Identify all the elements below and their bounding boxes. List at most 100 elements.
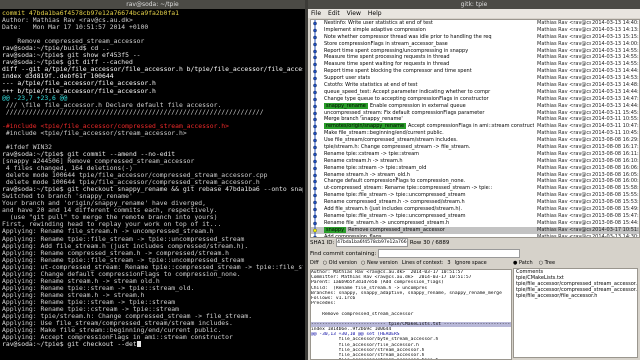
terminal-line: Applying: Rename stream.h -> stream.h [2,291,145,299]
find-mode-select[interactable]: containing: [346,251,377,257]
menu-item-file[interactable]: File [311,10,321,17]
commit-message: Use file_stream/compressed_stream/stream… [324,137,534,144]
commit-row[interactable]: snappy Remove compressed_stream_accessor M… [311,226,639,234]
commit-date: 2013-08-08 15:58:14 [592,185,639,192]
commit-row[interactable]: Rename tpie::file_stream -> tpie::uncomp… [311,212,639,220]
commit-message-text: Rename stream.h -> stream_old.h [324,171,410,178]
commit-author: Mathias Rav <rav@cs.au.dk> [537,82,591,89]
graph-node-icon [313,26,317,34]
commit-row[interactable]: Rename tpie::file_stream -> tpie::uncomp… [311,192,639,200]
row-total: / 6889 [431,240,450,246]
tab-patch[interactable]: ● Patch [513,260,533,266]
tab-tree[interactable]: ○ Tree [539,260,555,266]
commit-date: 2014-03-13 14:44:16 [592,88,639,95]
commit-row[interactable]: Measure time spent waiting for requests … [311,61,639,69]
commit-row[interactable]: Report time spent blocking the compresso… [311,68,639,76]
diff-option[interactable]: Diff [310,260,319,266]
file-list[interactable]: Comments tpie/CMakeLists.txt tpie/file_acc… [513,268,638,358]
commit-message: uncompressed_stream: Fix default compres… [324,110,534,117]
commit-row[interactable]: Implement simple adaptive compression Mat… [311,26,639,34]
commit-row[interactable]: Add file_stream.h (just includes compres… [311,206,639,213]
graph-node-icon [313,206,317,213]
commit-row[interactable]: Change default compressionFlags to compr… [311,178,639,186]
commit-message-text: Implement simple adaptive compression [324,26,426,33]
commit-row[interactable]: queue_speed_test: Accept parameter indic… [311,88,639,96]
terminal-output[interactable]: commit 47bda1ba6f4578cb97e12a76674bca9fa… [0,9,305,349]
graph-node-icon [313,61,317,69]
commit-message-text: Note whether compressor thread was idle … [324,33,492,40]
commit-row[interactable]: Rename tpie::cstream -> tpie::stream Math… [311,150,639,158]
commit-message: Report time spent blocking the compresso… [324,68,534,75]
branch-tag[interactable]: snappy_rename [324,102,368,109]
commit-message-text: Enable compression in external queue [369,102,466,109]
commit-row[interactable]: Rename compressed_stream.h -> compressed… [311,199,639,207]
graph-node-icon [313,178,317,186]
branch-tag[interactable]: snappy [324,226,347,233]
commit-date: 2014-03-11 10:55:59 [592,116,639,123]
commit-row[interactable]: Rename cstream.h -> stream.h Mathias Rav … [311,157,639,165]
diff-option[interactable]: ○ New version [361,260,398,266]
commit-author: Mathias Rav <rav@cs.au.dk> [537,102,591,109]
find-type-select[interactable]: commit [323,251,344,257]
graph-node-icon [313,219,317,227]
graph-node-icon [313,68,317,76]
commit-row[interactable]: Change type queue to accepting compressi… [311,95,639,103]
commit-row[interactable]: Measure time spent processing requests i… [311,54,639,62]
commit-row[interactable]: Nestinfo: Write user statistics at end o… [311,20,639,27]
graph-node-icon [313,102,317,110]
commit-message: Merge branch 'snappy_rename' [324,116,534,123]
commit-message: Measure time spent waiting for requests … [324,61,534,68]
menu-bar: File Edit View Help [308,9,640,18]
commit-message: Cstotfo: Write statistics at end of test [324,82,534,89]
menu-item-view[interactable]: View [347,10,361,17]
menu-item-help[interactable]: Help [368,10,382,17]
sha-field[interactable]: 47bda1ba6f4578cb97e12a76674bca9fa2b0fa1 [336,238,409,247]
graph-node-icon [313,157,317,165]
terminal-line: rav@soda:~/tpie$ git diff --cached [2,59,133,67]
commit-date: 2014-03-13 14:44:21 [592,102,639,109]
commit-row[interactable]: uncompressed_stream: Fix default compres… [311,109,639,117]
commit-date: 2014-03-17 10:51:57 [592,226,639,233]
commit-message: tpie/stream.h: Change compressed_stream … [324,144,534,151]
branch-tag[interactable]: remotes/origin/snappy_rename [324,123,407,130]
commit-row[interactable]: Store compressionFlags in stream_accesso… [311,40,639,48]
commit-row[interactable]: Rename stream.h -> stream_old.h Mathias R… [311,171,639,179]
commit-row[interactable]: Make file_stream::beginning/end/current … [311,130,639,138]
commit-row[interactable]: Use file_stream/compressed_stream/stream… [311,137,639,145]
find-input[interactable] [378,249,521,258]
commit-row[interactable]: ut-compressed_stream: Rename tpie::compr… [311,185,639,193]
commit-row[interactable]: Cstotfo: Write statistics at end of test… [311,82,639,89]
file-list-item[interactable]: tpie/file_accessor/file_accessor.h [514,293,637,299]
commit-message: Add file_stream.h (just includes compres… [324,206,534,213]
menu-item-edit[interactable]: Edit [328,10,340,17]
terminal-window[interactable]: rav@soda: ~/tpie commit 47bda1ba6f4578cb… [0,0,305,360]
commit-row[interactable]: Support user stats Mathias Rav <rav@cs.au… [311,75,639,83]
commit-message-text: Report time spent compressing/uncompress… [324,47,469,54]
commit-author: Mathias Rav <rav@cs.au.dk> [537,109,591,116]
commit-row[interactable]: tpie/stream.h: Change compressed_stream … [311,144,639,151]
commit-row[interactable]: Rename file_stream.h -> uncompressed_str… [311,219,639,227]
graph-node-icon [313,82,317,89]
commit-message-text: Add file_stream.h (just includes compres… [324,206,463,213]
diff-option[interactable]: ○ Old version [323,260,357,266]
commit-author: Mathias Rav <rav@cs.au.dk> [537,226,591,233]
commit-row[interactable]: snappy_rename Enable compression in exter… [311,102,639,110]
diff-pane[interactable]: Author: Mathias Rav <rav@cs.au.dk> 2014-… [310,269,512,360]
commit-row[interactable]: Rename tpie::stream -> tpie::stream_old M… [311,164,639,172]
terminal-line: and have 20 and 14 different commits eac… [2,207,218,215]
commit-date: 2014-03-13 14:48:59 [592,82,639,89]
commit-author: Mathias Rav <rav@cs.au.dk> [537,144,591,151]
commit-row[interactable]: Merge branch 'snappy_rename' Mathias Rav … [311,116,639,124]
commit-message-text: Nestinfo: Write user statistics at end o… [324,20,433,26]
commit-list[interactable]: Nestinfo: Write user statistics at end o… [310,19,640,238]
commit-date: 2014-03-13 14:55:55 [592,54,639,61]
terminal-line: Applying: tpie/stream.h: Change compress… [2,313,253,321]
commit-row[interactable]: remotes/origin/snappy_rename Accept compr… [311,123,639,131]
diff-option[interactable]: Lines of context: [402,260,444,266]
commit-author: Mathias Rav <rav@cs.au.dk> [537,164,591,171]
diff-option[interactable]: 3 [447,260,450,266]
commit-row[interactable]: Report time spent compressing/uncompress… [311,47,639,55]
gitk-window[interactable]: gitk: tpie File Edit View Help Nestinfo: Wr… [308,0,640,360]
commit-row[interactable]: Note whether compressor thread was idle … [311,33,639,41]
